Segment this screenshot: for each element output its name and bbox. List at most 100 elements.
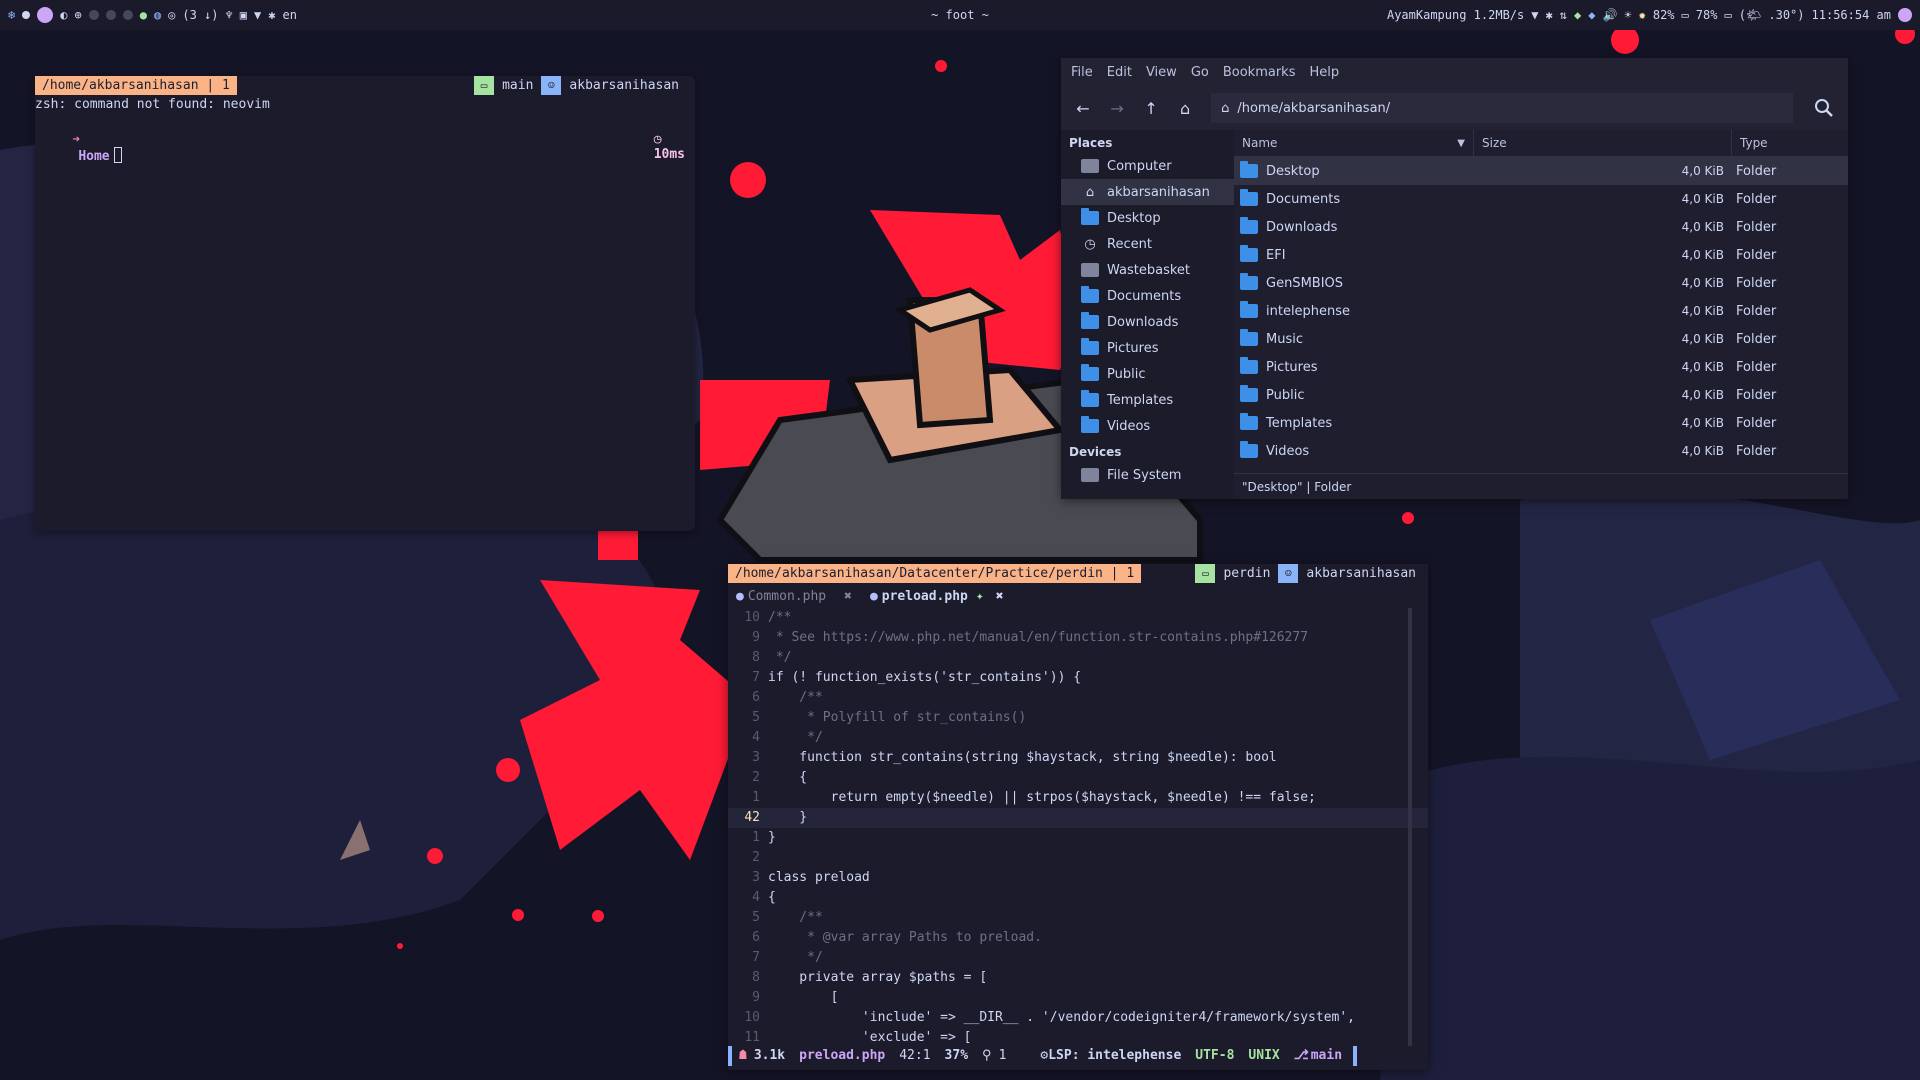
command-timing: 10ms (653, 147, 685, 162)
screen-icon[interactable]: ▣ (240, 9, 247, 21)
file-size: 4,0 KiB (1681, 192, 1724, 206)
file-row[interactable]: Templates 4,0 KiB Folder (1234, 409, 1848, 437)
prompt-path: /home/akbarsanihasan/Datacenter/Practice… (728, 564, 1142, 583)
brightness-icon[interactable]: ☀ (1624, 9, 1631, 21)
file-name: intelephense (1266, 303, 1351, 319)
tab-preload-php[interactable]: ● preload.php ✦ (870, 589, 984, 604)
code-line: 9 * See https://www.php.net/manual/en/fu… (728, 628, 1428, 648)
file-type: Folder (1736, 387, 1777, 403)
bluetooth-icon[interactable]: ✱ (268, 9, 275, 21)
launcher-icon[interactable]: ❄ (8, 9, 15, 21)
file-row[interactable]: Documents 4,0 KiB Folder (1234, 185, 1848, 213)
folder-icon (1081, 364, 1099, 381)
tab-common-php[interactable]: ● Common.php (736, 589, 826, 604)
sidebar-item-downloads[interactable]: Downloads (1061, 309, 1234, 335)
workspace-3[interactable] (88, 10, 99, 20)
location-bar[interactable]: ⌂ /home/akbarsanihasan/ (1211, 93, 1794, 123)
menu-bookmarks[interactable]: Bookmarks (1223, 65, 1296, 80)
file-manager-window[interactable]: File Edit View Go Bookmarks Help ← → ↑ ⌂… (1061, 58, 1848, 499)
sidebar-item-templates[interactable]: Templates (1061, 387, 1234, 413)
workspace-1[interactable] (22, 11, 31, 19)
sidebar-item-filesystem[interactable]: File System (1061, 462, 1234, 488)
username: akbarsanihasan (569, 78, 679, 93)
sidebar-item-label: Recent (1107, 236, 1152, 252)
column-name[interactable]: Name ▼ (1234, 130, 1474, 156)
statusline-branch: main (1310, 1048, 1343, 1063)
scrollbar[interactable] (1408, 608, 1412, 1046)
volume-icon[interactable]: 🔊 (1602, 9, 1617, 21)
sidebar-item-documents[interactable]: Documents (1061, 283, 1234, 309)
menu-edit[interactable]: Edit (1107, 65, 1132, 80)
tray-green-icon[interactable]: ◆ (1574, 9, 1581, 21)
back-button[interactable]: ← (1069, 91, 1097, 125)
sidebar-item-wastebasket[interactable]: Wastebasket (1061, 257, 1234, 283)
wifi-icon[interactable]: ▼ (254, 9, 261, 21)
forward-button[interactable]: → (1103, 91, 1131, 125)
prompt-right-segment: ▭ perdin ☺ akbarsanihasan (1195, 564, 1424, 583)
tray-icon-b[interactable]: ◎ (168, 9, 175, 21)
close-icon[interactable]: ✖ (844, 589, 852, 604)
up-button[interactable]: ↑ (1137, 91, 1165, 125)
menu-file[interactable]: File (1071, 65, 1093, 80)
file-size: 4,0 KiB (1681, 360, 1724, 374)
editor-terminal-window[interactable]: /home/akbarsanihasan/Datacenter/Practice… (728, 564, 1428, 1070)
sidebar-item-videos[interactable]: Videos (1061, 413, 1234, 439)
git-branch: perdin (1223, 566, 1271, 581)
menu-go[interactable]: Go (1191, 65, 1209, 80)
file-size: 4,0 KiB (1681, 276, 1724, 290)
sidebar-item-public[interactable]: Public (1061, 361, 1234, 387)
sidebar-item-label: Templates (1107, 392, 1174, 408)
app-indicator-icon[interactable]: ● (140, 9, 147, 21)
terminal-icon: ▭ (1195, 564, 1216, 583)
globe-icon[interactable]: ⊕ (74, 9, 81, 21)
menu-view[interactable]: View (1146, 65, 1177, 80)
battery-2-level: 78% (1695, 8, 1718, 22)
workspace-2-active[interactable] (37, 7, 54, 23)
file-row[interactable]: Music 4,0 KiB Folder (1234, 325, 1848, 353)
sidebar-item-home[interactable]: ⌂ akbarsanihasan (1061, 179, 1234, 205)
line-number: 10 (744, 610, 760, 625)
file-row[interactable]: Desktop 4,0 KiB Folder (1234, 157, 1848, 185)
workspace-4[interactable] (105, 10, 116, 20)
mode-indicator-end (1353, 1046, 1358, 1066)
branch-icon: ⎇ (1293, 1048, 1309, 1063)
code-area[interactable]: 10 /** 9 * See https://www.php.net/manual/… (728, 608, 1428, 1046)
line-number: 9 (752, 630, 760, 645)
search-button[interactable] (1807, 91, 1840, 125)
sidebar-item-pictures[interactable]: Pictures (1061, 335, 1234, 361)
battery-1-level: 82% (1652, 8, 1675, 22)
file-row[interactable]: EFI 4,0 KiB Folder (1234, 241, 1848, 269)
workspace-5[interactable] (122, 10, 133, 20)
column-type[interactable]: Type (1732, 130, 1848, 156)
usb-icon: ♆ (225, 8, 233, 22)
sidebar-item-recent[interactable]: ◷ Recent (1061, 231, 1234, 257)
code-line: 5 /** (728, 908, 1428, 928)
code-line: 10 /** (728, 608, 1428, 628)
close-icon[interactable]: ✖ (996, 589, 1004, 604)
file-row[interactable]: Public 4,0 KiB Folder (1234, 381, 1848, 409)
file-row[interactable]: GenSMBIOS 4,0 KiB Folder (1234, 269, 1848, 297)
file-row[interactable]: Pictures 4,0 KiB Folder (1234, 353, 1848, 381)
home-button[interactable]: ⌂ (1171, 91, 1199, 125)
user-icon: ☺ (541, 76, 562, 95)
line-number: 5 (752, 710, 760, 725)
menu-help[interactable]: Help (1309, 65, 1339, 80)
file-row[interactable]: Downloads 4,0 KiB Folder (1234, 213, 1848, 241)
clock[interactable]: 11:56:54 am (1812, 8, 1891, 22)
tab-label: preload.php (881, 588, 968, 604)
tray-blue-icon[interactable]: ◆ (1588, 9, 1595, 21)
column-size[interactable]: Size (1474, 130, 1732, 156)
devices-header: Devices (1069, 445, 1122, 459)
sidebar-item-computer[interactable]: Computer (1061, 153, 1234, 179)
terminal-window[interactable]: /home/akbarsanihasan | 1 ▭ main ☺ akbars… (35, 76, 695, 531)
sidebar-item-desktop[interactable]: Desktop (1061, 205, 1234, 231)
keyboard-layout[interactable]: en (282, 9, 296, 21)
file-type: Folder (1736, 191, 1777, 207)
file-row[interactable]: intelephense 4,0 KiB Folder (1234, 297, 1848, 325)
php-icon: ● (736, 588, 744, 604)
tray-icon-a[interactable]: ◍ (154, 9, 161, 21)
power-button[interactable] (1898, 8, 1912, 22)
folder-icon (1081, 390, 1099, 407)
file-row[interactable]: Videos 4,0 KiB Folder (1234, 437, 1848, 465)
file-type: Folder (1736, 303, 1777, 319)
